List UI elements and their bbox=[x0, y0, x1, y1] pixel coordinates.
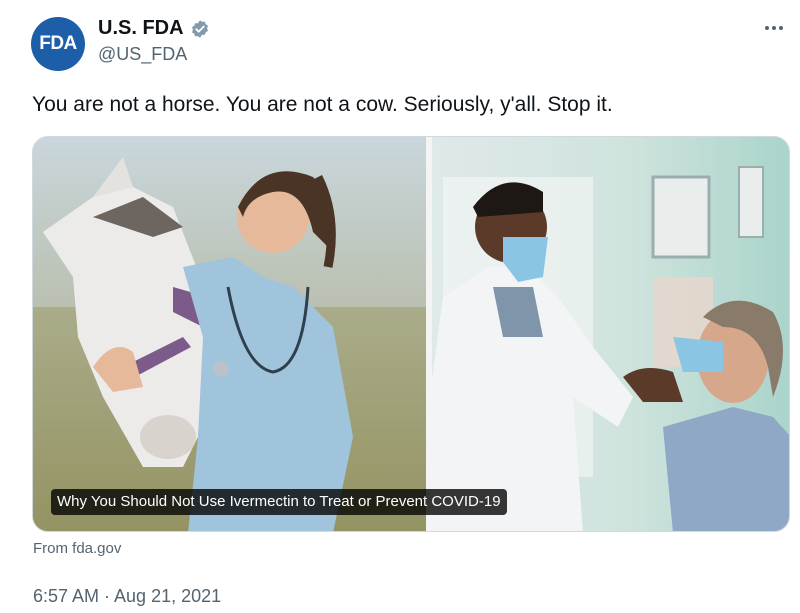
tweet-timestamp[interactable]: 6:57 AM · Aug 21, 2021 bbox=[33, 586, 221, 607]
author-handle[interactable]: @US_FDA bbox=[98, 44, 187, 65]
link-card[interactable]: Why You Should Not Use Ivermectin to Tre… bbox=[32, 136, 790, 532]
more-options-icon[interactable] bbox=[760, 18, 788, 38]
link-source[interactable]: From fda.gov bbox=[33, 540, 121, 557]
display-name[interactable]: U.S. FDA bbox=[98, 17, 184, 40]
link-card-image bbox=[33, 137, 789, 531]
verified-badge-icon bbox=[191, 19, 208, 38]
link-card-caption: Why You Should Not Use Ivermectin to Tre… bbox=[51, 489, 507, 515]
avatar[interactable]: FDA bbox=[31, 17, 85, 71]
tweet-text: You are not a horse. You are not a cow. … bbox=[32, 93, 613, 116]
avatar-logo-text: FDA bbox=[39, 33, 77, 54]
author-name-row: U.S. FDA bbox=[98, 17, 210, 40]
